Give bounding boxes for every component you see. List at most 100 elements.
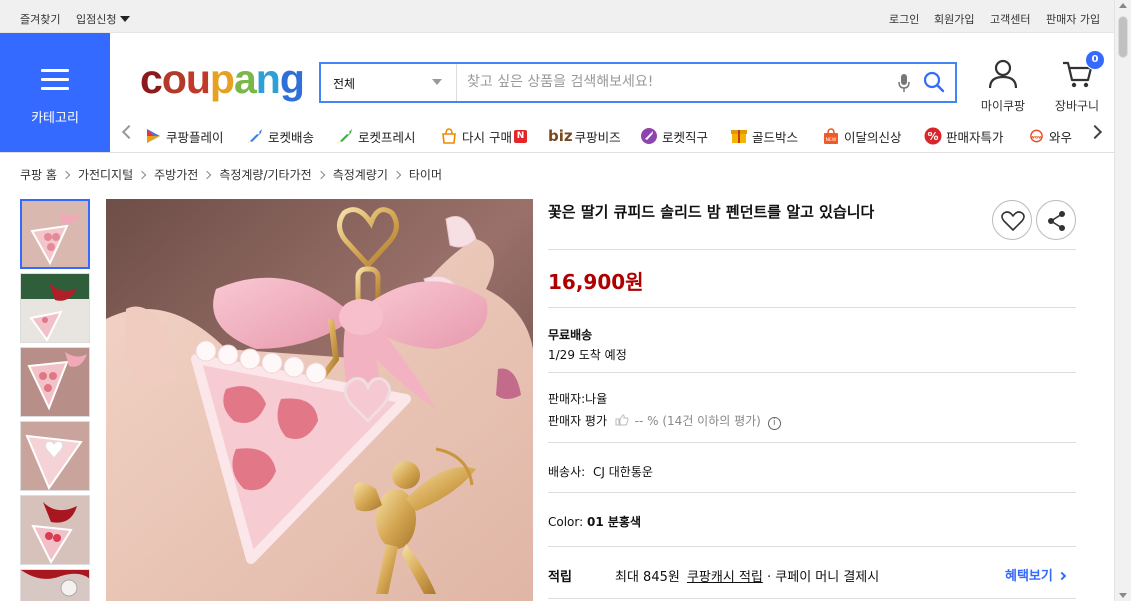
chevron-right-icon (1058, 571, 1067, 581)
product-thumbnail[interactable] (20, 273, 90, 343)
seller-name[interactable]: 판매자:나율 (548, 390, 607, 407)
shortcut-label: 로켓프레시 (358, 129, 416, 145)
header-divider (0, 152, 1114, 153)
shortcut-rocket-delivery[interactable]: 로켓배송 (246, 125, 314, 147)
shortcut-coupangplay[interactable]: 쿠팡플레이 (144, 125, 224, 147)
dropdown-arrow-icon (432, 79, 442, 85)
logo-letter: n (255, 56, 281, 102)
breadcrumb-item[interactable]: 가전디지털 (78, 168, 133, 182)
svg-text:wow: wow (1031, 135, 1044, 140)
delivery-label: 배송사: (548, 465, 586, 479)
category-button[interactable]: 카테고리 (0, 33, 110, 152)
coupang-logo[interactable]: coupang (140, 56, 305, 102)
shipping-title: 무료배송 (548, 328, 593, 342)
wishlist-button[interactable] (992, 200, 1032, 240)
shortcut-label: 와우 (1048, 129, 1072, 145)
scroll-up-icon[interactable] (1119, 3, 1127, 8)
product-thumbnail[interactable] (20, 569, 90, 601)
logo-letter: p (209, 56, 235, 102)
coupang-cash-link[interactable]: 쿠팡캐시 적립 (687, 570, 763, 585)
breadcrumb: 쿠팡 홈 가전디지털 주방가전 측정계량/기타가전 측정계량기 타이머 (20, 166, 442, 183)
seller-apply-link[interactable]: 입점신청 (76, 11, 131, 27)
chevron-right-icon (137, 170, 147, 180)
breadcrumb-item[interactable]: 쿠팡 홈 (20, 168, 57, 182)
shortcut-wow[interactable]: wow 와우 (1028, 125, 1072, 147)
chevron-left-icon[interactable] (121, 124, 137, 140)
new-badge: N (513, 129, 527, 143)
color-option: Color: 01 분홍색 (548, 513, 641, 530)
search-input[interactable] (467, 72, 887, 92)
color-label: Color: (548, 515, 584, 529)
logo-letter: o (161, 56, 187, 102)
thumbs-up-icon (615, 414, 629, 426)
shortcut-label: 로켓배송 (268, 129, 315, 145)
seller-signup-link[interactable]: 판매자 가입 (1046, 11, 1100, 27)
rebuy-icon (442, 128, 456, 144)
search-icon[interactable] (923, 71, 945, 93)
info-icon[interactable]: i (767, 417, 781, 430)
shortcut-monthly-new[interactable]: NEW 이달의신상 (822, 125, 902, 147)
bookmark-link[interactable]: 즐겨찾기 (20, 11, 60, 27)
mycoupang-button[interactable]: 마이쿠팡 (973, 58, 1033, 114)
seller-apply-label: 입점신청 (76, 13, 117, 26)
goldbox-icon (731, 130, 747, 143)
arrival-date: 1/29 도착 예정 (548, 348, 627, 362)
divider (548, 372, 1076, 373)
logo-letter: a (233, 56, 257, 102)
product-thumbnail[interactable] (20, 421, 90, 491)
shortcut-goldbox[interactable]: 골드박스 (730, 125, 798, 147)
microphone-icon[interactable] (898, 73, 910, 93)
shortcut-seller-deals[interactable]: % 판매자특가 (924, 125, 1004, 147)
scrollbar-thumb[interactable] (1118, 16, 1128, 58)
logo-letter: g (279, 56, 305, 102)
share-button[interactable] (1036, 200, 1076, 240)
share-icon (1048, 211, 1065, 231)
breadcrumb-item[interactable]: 측정계량/기타가전 (219, 168, 311, 182)
shortcut-label: 로켓직구 (662, 129, 709, 145)
breadcrumb-item[interactable]: 주방가전 (154, 168, 198, 182)
cart-label: 장바구니 (1054, 99, 1100, 113)
seller-rating-label: 판매자 평가 (548, 414, 608, 428)
product-thumbnail[interactable] (20, 495, 90, 565)
scrollbar[interactable] (1114, 0, 1131, 601)
product-title: 꽃은 딸기 큐피드 솔리드 밤 펜던트를 알고 있습니다 (548, 203, 875, 221)
shortcut-rocket-fresh[interactable]: 로켓프레시 (336, 125, 416, 147)
svg-text:NEW: NEW (826, 137, 837, 143)
seller-rating: 판매자 평가 -- % (14건 이하의 평가) i (548, 412, 781, 430)
product-thumbnail[interactable] (20, 347, 90, 417)
reward-info: 최대 845원 쿠팡캐시 적립 · 쿠페이 머니 결제시 (615, 566, 879, 585)
chevron-right-icon[interactable] (1087, 124, 1103, 140)
customer-center-link[interactable]: 고객센터 (990, 11, 1030, 27)
reward-condition: · 쿠페이 머니 결제시 (767, 570, 880, 585)
signup-link[interactable]: 회원가입 (934, 11, 974, 27)
scroll-down-icon[interactable] (1119, 593, 1127, 598)
breadcrumb-item[interactable]: 측정계량기 (333, 168, 388, 182)
seller-rating-value: -- % (14건 이하의 평가) (634, 414, 761, 428)
chevron-right-icon (392, 170, 402, 180)
rocket-icon (247, 129, 262, 144)
search-bar: 전체 (319, 62, 957, 103)
color-value: 01 분홍색 (587, 515, 641, 529)
reward-label: 적립 (548, 570, 572, 585)
rocket-fresh-icon (337, 129, 352, 144)
percent-icon: % (924, 127, 942, 145)
benefit-link[interactable]: 혜택보기 (1005, 565, 1067, 584)
logo-letter: c (140, 56, 163, 102)
shortcut-rocket-global[interactable]: 로켓직구 (640, 125, 708, 147)
chevron-down-icon (120, 16, 131, 22)
divider (548, 492, 1076, 493)
shortcut-label: 쿠팡플레이 (166, 129, 224, 145)
shortcut-rebuy[interactable]: 다시 구매 N (440, 125, 527, 147)
shortcut-coupangbiz[interactable]: biz 쿠팡비즈 (548, 125, 621, 147)
shortcut-label: 골드박스 (752, 129, 799, 145)
login-link[interactable]: 로그인 (889, 11, 919, 27)
shortcut-bar: 쿠팡플레이 로켓배송 로켓프레시 다시 구매 N biz 쿠팡비즈 로켓직구 골… (110, 119, 1110, 152)
breadcrumb-item[interactable]: 타이머 (409, 168, 442, 182)
product-thumbnail[interactable] (20, 199, 90, 269)
heart-icon (1001, 211, 1025, 231)
biz-logo: biz (548, 127, 573, 145)
shortcut-label: 다시 구매 (462, 129, 512, 145)
search-category-select[interactable]: 전체 (321, 64, 457, 101)
divider (548, 546, 1076, 547)
product-main-image[interactable] (106, 199, 533, 601)
